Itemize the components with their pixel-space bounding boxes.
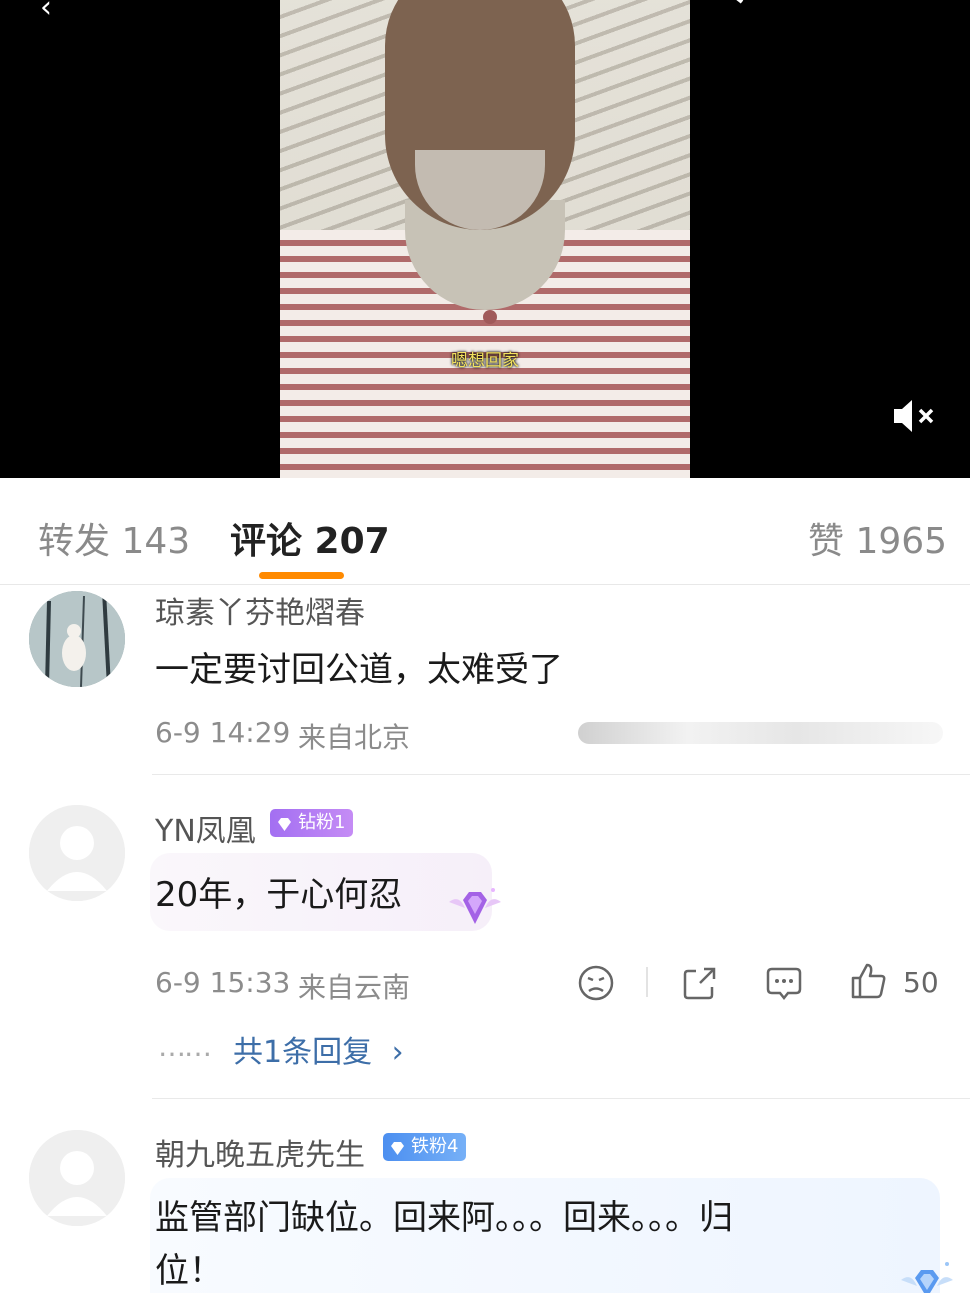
fan-badge[interactable]: 钻粉1 (270, 809, 354, 837)
diamond-icon (276, 814, 293, 831)
search-icon[interactable] (700, 0, 750, 20)
reply-dots: …… (158, 1030, 212, 1063)
tab-comments[interactable]: 评论 207 (230, 512, 390, 564)
view-replies-link[interactable]: 共1条回复 › (233, 1027, 404, 1071)
comment-location: 来自北京 (298, 721, 411, 754)
tab-likes[interactable]: 赞 1965 (808, 512, 947, 564)
video-player[interactable]: ‹ 嗯想回家 (0, 0, 970, 478)
comment-location: 来自云南 (298, 971, 411, 1004)
comment-text-line1: 监管部门缺位。回来阿。。。回来。。。归 (155, 1198, 733, 1238)
dislike-face-icon[interactable] (576, 963, 616, 1003)
diamond-fan-icon (443, 880, 507, 938)
comment-username[interactable]: YN凤凰 (155, 806, 256, 850)
tab-reposts[interactable]: 转发 143 (38, 512, 190, 564)
chevron-right-icon: › (391, 1035, 404, 1070)
fan-badge[interactable]: 铁粉4 (383, 1133, 467, 1161)
comment-text: 20年，于心何忍 (155, 875, 403, 915)
action-separator (646, 967, 648, 997)
active-tab-indicator (259, 572, 344, 579)
comment-icon[interactable] (764, 963, 804, 1003)
comment-username[interactable]: 朝九晚五虎先生 (155, 1130, 365, 1174)
share-icon[interactable] (680, 963, 720, 1003)
back-arrow-icon[interactable]: ‹ (40, 0, 52, 25)
blurred-action-bar (578, 722, 943, 744)
like-icon[interactable] (848, 961, 888, 1001)
comment-username[interactable]: 琼素丫芬艳熠春 (155, 588, 365, 632)
tab-bar: 转发 143 评论 207 赞 1965 (0, 478, 970, 585)
comment-text-line2: 位！ (155, 1251, 223, 1291)
video-subtitle: 嗯想回家 (451, 351, 519, 371)
avatar[interactable] (29, 591, 125, 687)
avatar[interactable] (29, 805, 125, 901)
comment-text: 一定要讨回公道，太难受了 (155, 650, 563, 690)
video-frame: 嗯想回家 (280, 0, 690, 478)
comment-time: 6-9 15:33 (155, 966, 291, 999)
close-icon[interactable] (895, 0, 935, 16)
comment-divider (152, 774, 970, 775)
diamond-icon (389, 1138, 406, 1155)
like-count: 50 (903, 966, 939, 999)
comment-time: 6-9 14:29 (155, 716, 291, 749)
volume-muted-icon[interactable] (890, 396, 940, 436)
comment-divider (152, 1098, 970, 1099)
avatar[interactable] (29, 1130, 125, 1226)
iron-fan-icon (895, 1258, 959, 1297)
